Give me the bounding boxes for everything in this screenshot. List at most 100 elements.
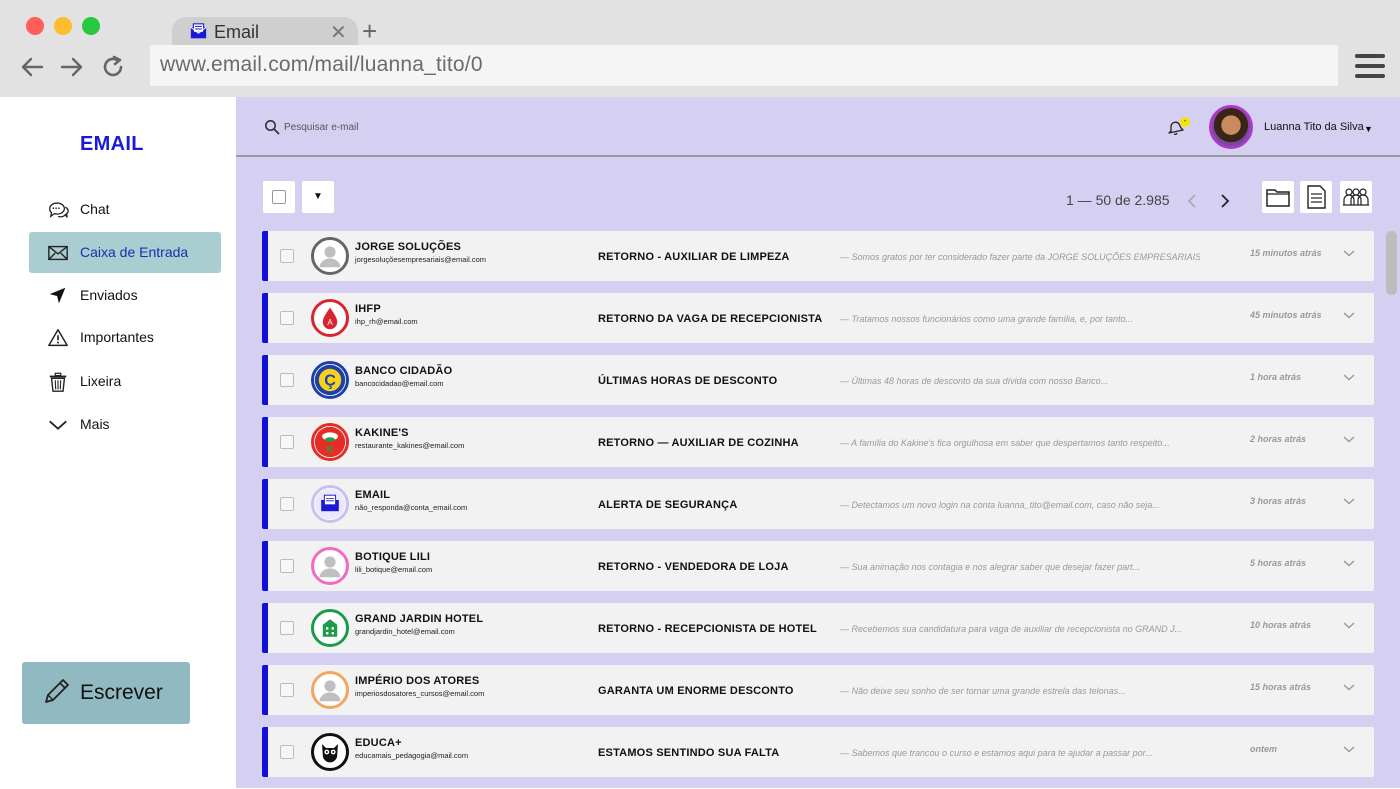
window-maximize-button[interactable] bbox=[82, 17, 100, 35]
mail-row-checkbox[interactable] bbox=[280, 745, 294, 759]
sender-name: JORGE SOLUÇÕES bbox=[355, 241, 461, 253]
sidebar-item-inbox[interactable]: Caixa de Entrada bbox=[29, 232, 221, 273]
notification-badge: • bbox=[1180, 117, 1190, 127]
mail-row-checkbox[interactable] bbox=[280, 435, 294, 449]
sidebar-item-label: Lixeira bbox=[80, 373, 121, 389]
send-arrow-icon bbox=[47, 285, 69, 307]
search-icon[interactable] bbox=[264, 119, 280, 135]
sender-email: não_responda@conta_email.com bbox=[355, 503, 467, 512]
sidebar-item-label: Enviados bbox=[80, 287, 138, 303]
sender-name: IHFP bbox=[355, 303, 381, 315]
svg-text:Ç: Ç bbox=[324, 373, 336, 390]
warning-icon bbox=[47, 327, 69, 349]
mail-timestamp: 1 hora atrás bbox=[1250, 372, 1301, 382]
sidebar-item-label: Importantes bbox=[80, 329, 154, 345]
mail-preview: — Sabemos que trancou o curso e estamos … bbox=[840, 748, 1200, 758]
mail-timestamp: 5 horas atrás bbox=[1250, 558, 1306, 568]
expand-chevron-icon[interactable] bbox=[1342, 618, 1356, 632]
mail-preview: — Sua animação nos contagia e nos alegra… bbox=[840, 562, 1200, 572]
sender-name: EDUCA+ bbox=[355, 737, 402, 749]
mail-row[interactable]: Ç BANCO CIDADÃO bancocidadao@email.com Ú… bbox=[262, 355, 1374, 405]
expand-chevron-icon[interactable] bbox=[1342, 742, 1356, 756]
expand-chevron-icon[interactable] bbox=[1342, 494, 1356, 508]
chat-bubbles-icon bbox=[47, 199, 69, 221]
back-arrow-icon[interactable] bbox=[20, 54, 46, 80]
select-options-dropdown[interactable]: ▼ bbox=[302, 181, 334, 213]
mail-row-checkbox[interactable] bbox=[280, 621, 294, 635]
pencil-icon bbox=[40, 676, 72, 708]
expand-chevron-icon[interactable] bbox=[1342, 308, 1356, 322]
chevron-down-icon bbox=[47, 414, 69, 436]
address-bar[interactable]: www.email.com/mail/luanna_tito/0 bbox=[150, 45, 1338, 86]
expand-chevron-icon[interactable] bbox=[1342, 246, 1356, 260]
sender-avatar bbox=[311, 485, 349, 523]
window-minimize-button[interactable] bbox=[54, 17, 72, 35]
expand-chevron-icon[interactable] bbox=[1342, 680, 1356, 694]
contacts-button[interactable] bbox=[1340, 181, 1372, 213]
sidebar-item-trash[interactable]: Lixeira bbox=[29, 361, 221, 402]
mail-row[interactable]: A IHFP ihp_rh@email.com RETORNO DA VAGA … bbox=[262, 293, 1374, 343]
tab-close-icon[interactable]: ✕ bbox=[330, 20, 347, 45]
mail-row-checkbox[interactable] bbox=[280, 249, 294, 263]
trash-icon bbox=[47, 371, 69, 393]
search-input[interactable] bbox=[284, 118, 534, 136]
mail-preview: — Não deixe seu sonho de ser tornar uma … bbox=[840, 686, 1200, 696]
mail-row[interactable]: K KAKINE'S restaurante_kakines@email.com… bbox=[262, 417, 1374, 467]
mail-list: JORGE SOLUÇÕES jorgesoluçõesempresariais… bbox=[262, 231, 1374, 789]
mail-subject: RETORNO - VENDEDORA DE LOJA bbox=[598, 561, 789, 573]
prev-page-icon[interactable] bbox=[1186, 193, 1198, 209]
mail-subject: RETORNO DA VAGA DE RECEPCIONISTA bbox=[598, 313, 822, 325]
mail-row-checkbox[interactable] bbox=[280, 683, 294, 697]
reload-icon[interactable] bbox=[100, 54, 126, 80]
mail-row-checkbox[interactable] bbox=[280, 497, 294, 511]
document-button[interactable] bbox=[1300, 181, 1332, 213]
mail-preview: — Últimas 48 horas de desconto da sua dí… bbox=[840, 376, 1200, 386]
sender-email: ihp_rh@email.com bbox=[355, 317, 418, 326]
sidebar-item-chat[interactable]: Chat bbox=[29, 189, 221, 230]
compose-label: Escrever bbox=[80, 681, 163, 705]
mail-row-checkbox[interactable] bbox=[280, 559, 294, 573]
mail-row[interactable]: EDUCA+ educamais_pedagogia@mail.com ESTA… bbox=[262, 727, 1374, 777]
sidebar-item-more[interactable]: Mais bbox=[29, 404, 221, 445]
mail-row[interactable]: IMPÉRIO DOS ATORES imperiosdosatores_cur… bbox=[262, 665, 1374, 715]
sidebar-item-label: Chat bbox=[80, 201, 110, 217]
sidebar-item-sent[interactable]: Enviados bbox=[29, 275, 221, 316]
mail-row[interactable]: EMAIL não_responda@conta_email.com ALERT… bbox=[262, 479, 1374, 529]
sender-avatar bbox=[311, 237, 349, 275]
mail-timestamp: 2 horas atrás bbox=[1250, 434, 1306, 444]
mail-row[interactable]: GRAND JARDIN HOTEL grandjardin_hotel@ema… bbox=[262, 603, 1374, 653]
expand-chevron-icon[interactable] bbox=[1342, 370, 1356, 384]
select-all-checkbox[interactable] bbox=[263, 181, 295, 213]
sender-avatar: K bbox=[311, 423, 349, 461]
sidebar-item-important[interactable]: Importantes bbox=[29, 317, 221, 358]
window-close-button[interactable] bbox=[26, 17, 44, 35]
sidebar-item-label: Mais bbox=[80, 416, 110, 432]
expand-chevron-icon[interactable] bbox=[1342, 432, 1356, 446]
mail-preview: — Somos gratos por ter considerado fazer… bbox=[840, 252, 1200, 262]
expand-chevron-icon[interactable] bbox=[1342, 556, 1356, 570]
sender-email: restaurante_kakines@email.com bbox=[355, 441, 464, 450]
mail-subject: RETORNO - RECEPCIONISTA DE HOTEL bbox=[598, 623, 817, 635]
new-tab-icon[interactable]: + bbox=[362, 16, 377, 47]
next-page-icon[interactable] bbox=[1219, 193, 1231, 209]
user-avatar[interactable] bbox=[1209, 105, 1253, 149]
mail-row-checkbox[interactable] bbox=[280, 311, 294, 325]
hamburger-menu-icon[interactable] bbox=[1355, 54, 1385, 78]
mail-row[interactable]: BOTIQUE LILI lili_botique@email.com RETO… bbox=[262, 541, 1374, 591]
main-panel: • Luanna Tito da Silva ▼ ▼ 1 — 50 de 2.9… bbox=[236, 97, 1400, 788]
scrollbar-thumb[interactable] bbox=[1386, 231, 1397, 295]
sender-email: lili_botique@email.com bbox=[355, 565, 432, 574]
mail-timestamp: 10 horas atrás bbox=[1250, 620, 1311, 630]
mail-row[interactable]: JORGE SOLUÇÕES jorgesoluçõesempresariais… bbox=[262, 231, 1374, 281]
compose-button[interactable]: Escrever bbox=[22, 662, 190, 724]
browser-tab[interactable]: Email ✕ bbox=[172, 17, 358, 47]
mail-subject: ESTAMOS SENTINDO SUA FALTA bbox=[598, 747, 779, 759]
forward-arrow-icon[interactable] bbox=[58, 54, 84, 80]
folder-button[interactable] bbox=[1262, 181, 1294, 213]
mail-subject: ALERTA DE SEGURANÇA bbox=[598, 499, 737, 511]
caret-down-icon[interactable]: ▼ bbox=[1364, 124, 1373, 134]
group-icon bbox=[1340, 181, 1372, 213]
user-name[interactable]: Luanna Tito da Silva bbox=[1264, 121, 1364, 133]
mail-row-checkbox[interactable] bbox=[280, 373, 294, 387]
brand-logo[interactable]: EMAIL bbox=[80, 133, 144, 156]
